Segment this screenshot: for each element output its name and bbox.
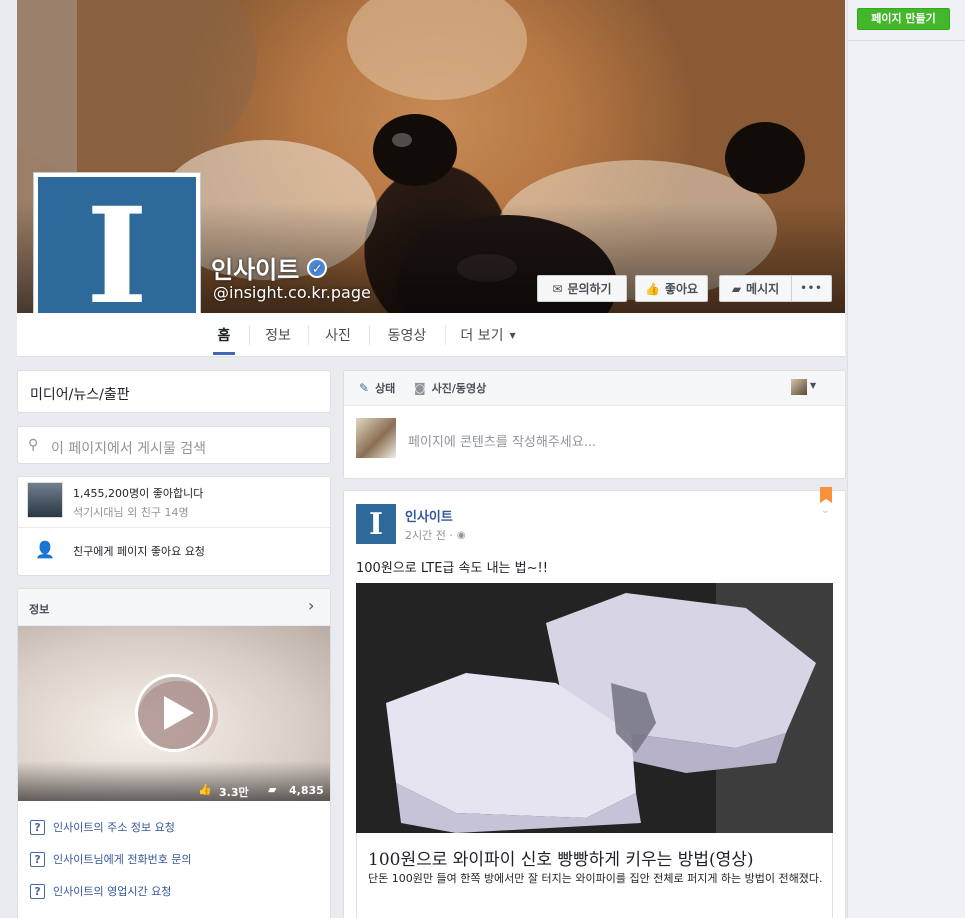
video-comments: 4,835 xyxy=(289,784,324,797)
add-friend-icon: 👤 xyxy=(35,540,55,559)
likes-count: 1,455,200명이 좋아합니다 xyxy=(73,487,204,500)
camera-icon: ◙ xyxy=(414,381,426,395)
more-dots-icon: ••• xyxy=(800,283,823,294)
video-likes: 3.3만 xyxy=(219,786,249,799)
inquiry-label: 문의하기 xyxy=(567,282,612,296)
like-label: 좋아요 xyxy=(664,282,699,296)
category-card: 미디어/뉴스/출판 xyxy=(17,370,331,413)
verified-badge-icon: ✓ xyxy=(307,257,328,278)
composer-avatar xyxy=(356,418,396,458)
create-page-button[interactable]: 페이지 만들기 xyxy=(857,8,950,30)
likes-card: 1,455,200명이 좋아합니다 석기시대님 외 친구 14명 👤 친구에게 … xyxy=(17,476,331,576)
tab-more[interactable]: 더 보기 ▼ xyxy=(455,313,521,357)
post-time[interactable]: 2시간 전 · xyxy=(405,527,453,543)
post: I 인사이트 2시간 전 · ◉ ⌄ 100원으로 LTE급 속도 내는 법~!… xyxy=(343,487,846,918)
info-header: 정보 xyxy=(29,603,50,616)
right-rail xyxy=(847,0,965,918)
play-icon xyxy=(164,696,194,730)
page-name[interactable]: 인사이트 ✓ xyxy=(211,250,328,285)
photo-video-tab[interactable]: ◙ 사진/동영상 xyxy=(414,380,486,396)
composer: ✎ 상태 ◙ 사진/동영상 ▼ 페이지에 콘텐츠를 작성해주세요... xyxy=(343,370,846,479)
request-address[interactable]: ? 인사이트의 주소 정보 요청 xyxy=(30,819,175,835)
logo-letter: I xyxy=(86,179,148,334)
more-options-button[interactable]: ••• xyxy=(791,275,832,302)
page-identity-avatar[interactable] xyxy=(791,379,807,395)
video-comment-icon: ▰ xyxy=(268,783,277,796)
inquiry-button[interactable]: ✉ 문의하기 xyxy=(537,275,627,302)
page-name-text: 인사이트 xyxy=(211,256,300,284)
message-button[interactable]: ▰ 메시지 xyxy=(719,275,792,302)
question-icon: ? xyxy=(30,851,45,867)
post-author-avatar[interactable]: I xyxy=(356,504,396,544)
status-tab[interactable]: ✎ 상태 xyxy=(359,380,395,396)
link-title: 100원으로 와이파이 신호 빵빵하게 키우는 방법(영상) xyxy=(368,850,754,870)
caret-down-icon[interactable]: ▼ xyxy=(810,381,816,390)
like-button[interactable]: 👍 좋아요 xyxy=(635,275,708,302)
tab-photos[interactable]: 사진 xyxy=(315,313,361,357)
envelope-icon: ✉ xyxy=(552,281,563,296)
chevron-right-icon[interactable]: › xyxy=(308,596,314,615)
message-icon: ▰ xyxy=(731,281,742,296)
page-category[interactable]: 미디어/뉴스/출판 xyxy=(30,384,130,404)
featured-video[interactable]: 👍 3.3만 ▰ 4,835 xyxy=(18,626,330,801)
invite-friends-link[interactable]: 친구에게 페이지 좋아요 요청 xyxy=(73,543,205,559)
link-description: 단돈 100원만 들여 한쪽 방에서만 잘 터지는 와이파이를 집안 전체로 퍼… xyxy=(368,872,823,885)
request-phone[interactable]: ? 인사이트님에게 전화번호 문의 xyxy=(30,851,192,867)
play-button[interactable] xyxy=(135,674,213,752)
search-input[interactable]: 이 페이지에서 게시물 검색 xyxy=(51,438,206,458)
question-icon: ? xyxy=(30,883,45,899)
search-box[interactable]: ⚲ 이 페이지에서 게시물 검색 xyxy=(17,426,331,464)
friends-like[interactable]: 석기시대님 외 친구 14명 xyxy=(73,504,189,520)
page-handle: @insight.co.kr.page xyxy=(213,283,371,302)
link-preview-body[interactable]: 100원으로 와이파이 신호 빵빵하게 키우는 방법(영상) 단돈 100원만 … xyxy=(356,833,833,918)
question-icon: ? xyxy=(30,819,45,835)
tab-videos[interactable]: 동영상 xyxy=(377,313,437,357)
post-meta: 2시간 전 · ◉ xyxy=(405,527,466,543)
page-nav: 홈 정보 사진 동영상 더 보기 ▼ xyxy=(17,313,845,357)
thumbs-up-icon: 👍 xyxy=(644,281,660,296)
request-hours[interactable]: ? 인사이트의 영업시간 요청 xyxy=(30,883,171,899)
active-tab-indicator xyxy=(213,352,235,355)
globe-icon: ◉ xyxy=(456,529,466,541)
caret-down-icon: ▼ xyxy=(509,330,516,340)
friend-avatar[interactable] xyxy=(27,482,63,518)
video-like-icon: 👍 xyxy=(198,783,212,796)
bookmark-icon[interactable] xyxy=(820,487,832,503)
composer-input[interactable]: 페이지에 콘텐츠를 작성해주세요... xyxy=(408,431,596,450)
post-text: 100원으로 LTE급 속도 내는 법~!! xyxy=(356,561,548,576)
tab-home[interactable]: 홈 xyxy=(212,313,236,357)
message-label: 메시지 xyxy=(746,282,780,296)
info-card: 정보 › 👍 3.3만 ▰ 4,835 ? 인사이트의 주소 정보 요청 ? 인… xyxy=(17,588,331,918)
pencil-icon: ✎ xyxy=(359,381,370,395)
post-author[interactable]: 인사이트 xyxy=(405,506,453,525)
tab-about[interactable]: 정보 xyxy=(255,313,301,357)
chevron-down-icon[interactable]: ⌄ xyxy=(821,505,829,516)
search-icon: ⚲ xyxy=(28,437,39,453)
link-preview-image[interactable] xyxy=(356,583,833,833)
wifi-reflector-photo xyxy=(356,583,833,833)
